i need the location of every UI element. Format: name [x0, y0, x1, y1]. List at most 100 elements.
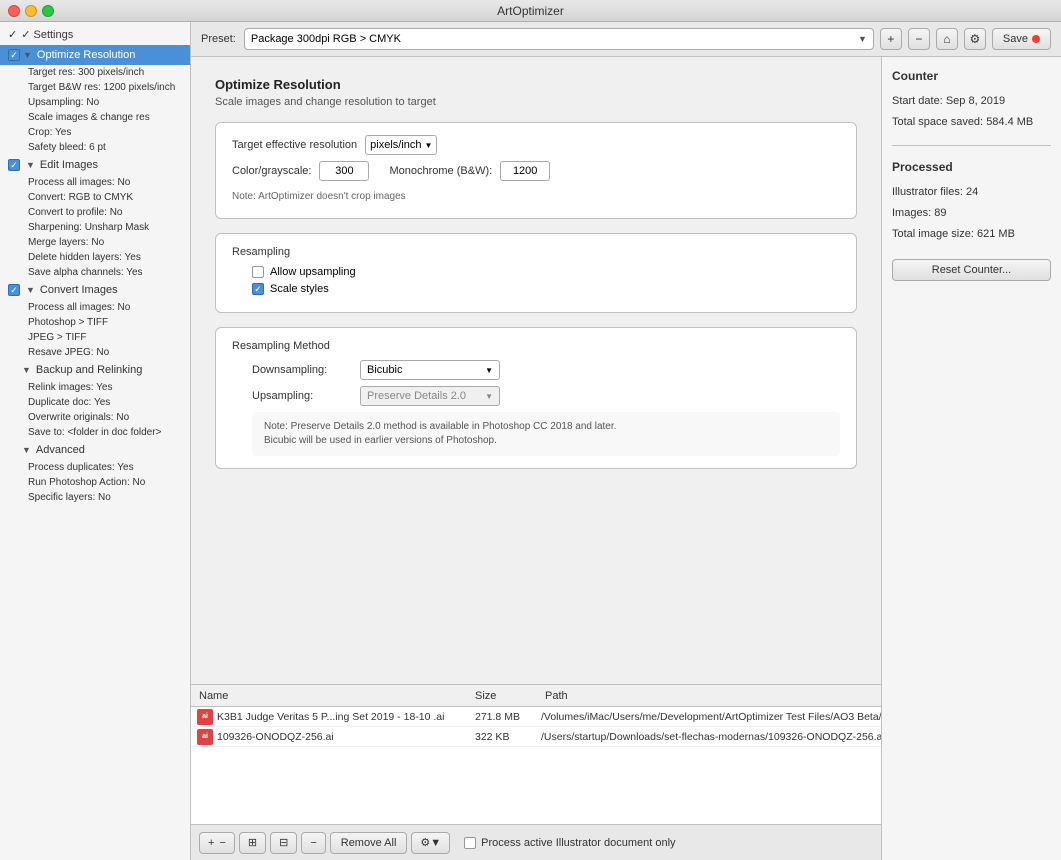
- sidebar-item-convert-images[interactable]: ✓ ▼ Convert Images: [0, 280, 190, 300]
- target-resolution-box: Target effective resolution pixels/inch …: [215, 122, 857, 219]
- start-date-row: Start date: Sep 8, 2019: [892, 95, 1051, 107]
- scale-styles-checkbox[interactable]: ✓: [252, 283, 264, 295]
- images-row: Images: 89: [892, 207, 1051, 219]
- reset-counter-button[interactable]: Reset Counter...: [892, 259, 1051, 281]
- sidebar-item-optimize-resolution[interactable]: ✓ ▼ Optimize Resolution: [0, 45, 190, 65]
- col-path-header: Path: [541, 690, 881, 702]
- export-icon: ⊟: [279, 836, 288, 849]
- bottom-toolbar: + − ⊞ ⊟ − Remove: [191, 824, 881, 860]
- preset-add-button[interactable]: +: [880, 28, 902, 50]
- table-row[interactable]: ai K3B1 Judge Veritas 5 P...ing Set 2019…: [191, 707, 881, 727]
- titlebar: ArtOptimizer: [0, 0, 1061, 22]
- add-file-button[interactable]: + −: [199, 832, 235, 854]
- allow-upsampling-row: Allow upsampling: [232, 266, 840, 278]
- downsampling-select[interactable]: Bicubic ▼: [360, 360, 500, 380]
- file-size: 322 KB: [471, 731, 541, 743]
- file-remove-button[interactable]: −: [301, 832, 325, 854]
- preset-arrow-icon: ▼: [858, 34, 867, 44]
- images-value: 89: [934, 207, 946, 219]
- unit-arrow-icon: ▼: [425, 141, 433, 150]
- illustrator-value: 24: [966, 186, 978, 198]
- preset-select[interactable]: Package 300dpi RGB > CMYK ▼: [244, 28, 874, 50]
- downsampling-arrow-icon: ▼: [485, 366, 493, 375]
- minimize-button[interactable]: [25, 5, 37, 17]
- file-name: 109326-ONODQZ-256.ai: [217, 731, 471, 743]
- upsampling-select[interactable]: Preserve Details 2.0 ▼: [360, 386, 500, 406]
- optimize-label: Optimize Resolution: [37, 49, 135, 61]
- file-list: ai K3B1 Judge Veritas 5 P...ing Set 2019…: [191, 707, 881, 824]
- file-path: /Volumes/iMac/Users/me/Development/ArtOp…: [541, 711, 881, 723]
- edit-item-6: Save alpha channels: Yes: [0, 265, 190, 280]
- col-name-header: Name: [191, 690, 471, 702]
- convert-checkbox[interactable]: ✓: [8, 284, 20, 296]
- file-table-header: Name Size Path: [191, 685, 881, 707]
- file-icon: ai: [197, 709, 213, 725]
- color-label: Color/grayscale:: [232, 165, 311, 177]
- window-title: ArtOptimizer: [497, 4, 564, 18]
- total-image-label: Total image size:: [892, 228, 974, 240]
- preset-remove-button[interactable]: −: [908, 28, 930, 50]
- resampling-box: Resampling Allow upsampling ✓ Scale styl…: [215, 233, 857, 313]
- target-res-label: Target effective resolution: [232, 139, 357, 151]
- section-desc: Scale images and change resolution to ta…: [215, 96, 857, 108]
- save-button[interactable]: Save: [992, 28, 1051, 50]
- upsampling-row: Upsampling: Preserve Details 2.0 ▼: [232, 386, 840, 406]
- sidebar: ✓ ✓ Settings ✓ ▼ Optimize Resolution Tar…: [0, 22, 191, 860]
- checkmark-icon: ✓: [8, 28, 17, 41]
- file-remove-icon: −: [310, 837, 316, 849]
- edit-label: Edit Images: [40, 159, 98, 171]
- sidebar-item-advanced[interactable]: ▼ Advanced: [0, 440, 190, 460]
- optimize-item-5: Safety bleed: 6 pt: [0, 140, 190, 155]
- file-icon: ai: [197, 729, 213, 745]
- red-dot-icon: [1032, 35, 1040, 43]
- optimize-checkbox[interactable]: ✓: [8, 49, 20, 61]
- preset-gear-button[interactable]: ⚙: [964, 28, 986, 50]
- resampling-method-box: Resampling Method Downsampling: Bicubic …: [215, 327, 857, 469]
- mono-input[interactable]: [500, 161, 550, 181]
- downsampling-row: Downsampling: Bicubic ▼: [232, 360, 840, 380]
- import-icon: ⊞: [248, 836, 257, 849]
- settings-gear-button[interactable]: ⚙▼: [411, 832, 450, 854]
- allow-upsampling-checkbox[interactable]: [252, 266, 264, 278]
- convert-item-3: Resave JPEG: No: [0, 345, 190, 360]
- edit-checkbox[interactable]: ✓: [8, 159, 20, 171]
- save-label: Save: [1003, 33, 1028, 45]
- export-button[interactable]: ⊟: [270, 832, 297, 854]
- remove-all-button[interactable]: Remove All: [330, 832, 408, 854]
- plus-icon: +: [208, 837, 214, 849]
- edit-item-3: Sharpening: Unsharp Mask: [0, 220, 190, 235]
- traffic-lights: [8, 5, 54, 17]
- convert-item-0: Process all images: No: [0, 300, 190, 315]
- optimize-item-1: Target B&W res: 1200 pixels/inch: [0, 80, 190, 95]
- images-label: Images:: [892, 207, 931, 219]
- preset-tag-button[interactable]: ⌂: [936, 28, 958, 50]
- edit-item-5: Delete hidden layers: Yes: [0, 250, 190, 265]
- table-row[interactable]: ai 109326-ONODQZ-256.ai 322 KB /Users/st…: [191, 727, 881, 747]
- backup-item-1: Duplicate doc: Yes: [0, 395, 190, 410]
- col-size-header: Size: [471, 690, 541, 702]
- edit-item-0: Process all images: No: [0, 175, 190, 190]
- illustrator-label: Illustrator files:: [892, 186, 963, 198]
- upsampling-arrow-icon: ▼: [485, 392, 493, 401]
- downsampling-value: Bicubic: [367, 364, 402, 376]
- color-input[interactable]: [319, 161, 369, 181]
- sidebar-settings[interactable]: ✓ ✓ Settings: [0, 22, 190, 45]
- sidebar-item-backup[interactable]: ▼ Backup and Relinking: [0, 360, 190, 380]
- process-check-checkbox[interactable]: [464, 837, 476, 849]
- unit-select[interactable]: pixels/inch ▼: [365, 135, 437, 155]
- counter-title: Counter: [892, 69, 1051, 83]
- resampling-method-title: Resampling Method: [232, 340, 840, 352]
- close-button[interactable]: [8, 5, 20, 17]
- sidebar-item-edit-images[interactable]: ✓ ▼ Edit Images: [0, 155, 190, 175]
- maximize-button[interactable]: [42, 5, 54, 17]
- optimize-content: Optimize Resolution Scale images and cha…: [191, 57, 881, 684]
- convert-label: Convert Images: [40, 284, 118, 296]
- advanced-label: Advanced: [36, 444, 85, 456]
- import-button[interactable]: ⊞: [239, 832, 266, 854]
- edit-item-1: Convert: RGB to CMYK: [0, 190, 190, 205]
- start-date-label: Start date:: [892, 95, 943, 107]
- edit-item-4: Merge layers: No: [0, 235, 190, 250]
- optimize-item-3: Scale images & change res: [0, 110, 190, 125]
- settings-label: ✓ Settings: [21, 28, 73, 41]
- section-title: Optimize Resolution: [215, 77, 857, 92]
